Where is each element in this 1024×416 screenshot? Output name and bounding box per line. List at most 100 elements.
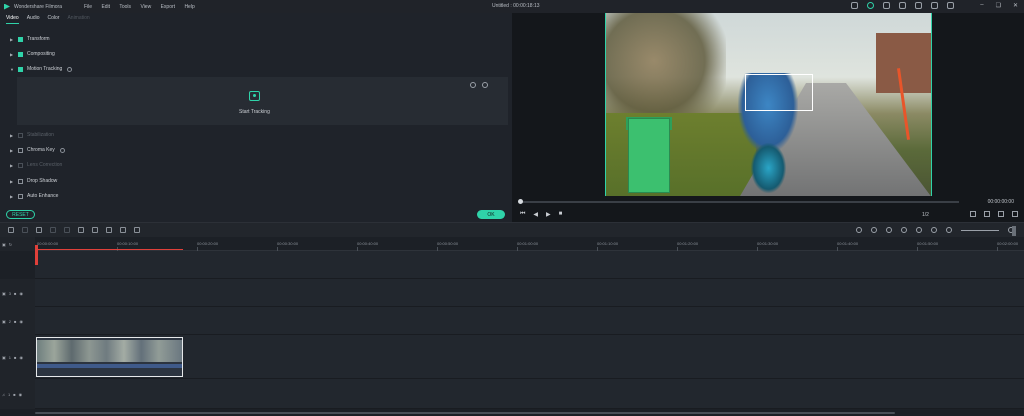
playhead[interactable] xyxy=(35,245,38,265)
eye-icon[interactable]: ◉ xyxy=(19,291,23,296)
track-header-video-2: ▣ 2 ■ ◉ xyxy=(0,307,35,335)
track-lane-empty[interactable] xyxy=(35,251,1024,279)
track-lane-video-3[interactable] xyxy=(35,279,1024,307)
link-icon[interactable]: ↻ xyxy=(9,242,12,247)
preview-panel: 00:00:00:00 ⏮ ◀ ▶ ■ 1/2 xyxy=(512,13,1024,222)
menu-help[interactable]: Help xyxy=(184,4,194,10)
marker-icon[interactable] xyxy=(871,227,877,233)
snapshot-icon[interactable] xyxy=(984,211,990,217)
menu-export[interactable]: Export xyxy=(161,4,175,10)
auto-enhance-checkbox[interactable] xyxy=(18,193,23,199)
play-icon[interactable]: ▶ xyxy=(546,211,551,218)
snapshot-icon[interactable] xyxy=(931,227,937,233)
previous-frame-icon[interactable]: ⏮ xyxy=(520,211,525,218)
lock-icon[interactable]: ■ xyxy=(14,291,16,296)
save-icon[interactable] xyxy=(915,2,922,9)
property-compositing[interactable]: ▶ Compositing xyxy=(10,50,55,58)
timeline-scrollbar[interactable] xyxy=(35,412,895,414)
chroma-key-checkbox[interactable] xyxy=(18,147,23,153)
tab-video[interactable]: Video xyxy=(6,15,19,24)
expand-arrow-icon[interactable]: ▶ xyxy=(10,194,16,199)
property-transform[interactable]: ▶ Transform xyxy=(10,35,50,43)
timeline-ruler[interactable]: 00:00:00:00 00:00:10:00 00:00:20:00 00:00:3… xyxy=(35,237,1024,251)
crop-icon[interactable] xyxy=(64,227,70,233)
fullscreen-icon[interactable] xyxy=(1012,211,1018,217)
cut-icon[interactable] xyxy=(50,227,56,233)
expand-arrow-icon[interactable]: ▶ xyxy=(10,37,16,42)
menu-file[interactable]: File xyxy=(84,4,92,10)
lock-icon[interactable]: ■ xyxy=(14,319,16,324)
undo-icon[interactable] xyxy=(8,227,14,233)
reset-tracking-icon[interactable] xyxy=(482,82,488,88)
track-lane-video-1[interactable] xyxy=(35,335,1024,379)
ruler-time-label: 00:00:40:00 xyxy=(357,241,379,246)
timeline-pause-icon[interactable] xyxy=(1012,226,1016,236)
record-voiceover-icon[interactable] xyxy=(886,227,892,233)
info-icon[interactable] xyxy=(59,147,65,153)
track-lane-audio-1[interactable] xyxy=(35,379,1024,409)
preview-scrubber[interactable] xyxy=(520,201,959,203)
lock-icon[interactable]: ■ xyxy=(14,355,16,360)
step-back-icon[interactable]: ◀ xyxy=(533,211,538,218)
close-icon[interactable]: ✕ xyxy=(1013,2,1018,9)
delete-icon[interactable] xyxy=(36,227,42,233)
drop-shadow-checkbox[interactable] xyxy=(18,178,23,184)
tab-color[interactable]: Color xyxy=(48,15,60,24)
account-icon[interactable] xyxy=(899,2,906,9)
menu-view[interactable]: View xyxy=(140,4,151,10)
tracking-rectangle[interactable] xyxy=(745,74,813,111)
download-icon[interactable] xyxy=(931,2,938,9)
green-screen-icon[interactable] xyxy=(106,227,112,233)
monitor-icon[interactable] xyxy=(970,211,976,217)
video-clip[interactable] xyxy=(36,337,183,377)
motion-tracking-checkbox[interactable] xyxy=(18,66,23,72)
sync-icon[interactable] xyxy=(867,2,874,9)
menu-tools[interactable]: Tools xyxy=(119,4,131,10)
start-tracking-button[interactable]: Start Tracking xyxy=(239,109,270,115)
lightbulb-icon[interactable] xyxy=(851,2,858,9)
pip-icon[interactable] xyxy=(916,227,922,233)
transform-checkbox[interactable] xyxy=(18,36,23,42)
collapse-arrow-icon[interactable]: ▼ xyxy=(10,67,16,72)
zoom-slider[interactable] xyxy=(961,229,999,231)
expand-arrow-icon[interactable]: ▶ xyxy=(10,148,16,153)
color-icon[interactable] xyxy=(92,227,98,233)
volume-icon[interactable] xyxy=(998,211,1004,217)
expand-arrow-icon[interactable]: ▶ xyxy=(10,179,16,184)
info-icon[interactable] xyxy=(67,66,73,72)
redo-icon[interactable] xyxy=(22,227,28,233)
reset-button[interactable]: RESET xyxy=(6,210,35,219)
scrubber-handle[interactable] xyxy=(518,199,523,204)
audio-mixer-icon[interactable] xyxy=(134,227,140,233)
preview-quality[interactable]: 1/2 xyxy=(922,212,929,218)
motion-tracking-icon[interactable] xyxy=(120,227,126,233)
menu-edit[interactable]: Edit xyxy=(101,4,110,10)
speed-icon[interactable] xyxy=(78,227,84,233)
target-icon[interactable] xyxy=(470,82,476,88)
gift-icon[interactable] xyxy=(883,2,890,9)
lock-icon[interactable]: ■ xyxy=(13,392,15,397)
property-drop-shadow[interactable]: ▶ Drop Shadow xyxy=(10,177,57,185)
audio-icon[interactable] xyxy=(901,227,907,233)
minimize-icon[interactable]: – xyxy=(980,2,983,9)
ok-button[interactable]: OK xyxy=(477,210,505,219)
zoom-out-icon[interactable] xyxy=(946,227,952,233)
restore-icon[interactable]: ❏ xyxy=(996,2,1001,9)
property-motion-tracking[interactable]: ▼ Motion Tracking xyxy=(10,65,73,73)
ruler-time-label: 00:01:50:00 xyxy=(917,241,939,246)
expand-arrow-icon[interactable]: ▶ xyxy=(10,52,16,57)
property-chroma-key[interactable]: ▶ Chroma Key xyxy=(10,146,65,154)
render-icon[interactable] xyxy=(856,227,862,233)
property-auto-enhance[interactable]: ▶ Auto Enhance xyxy=(10,192,58,200)
speaker-icon[interactable]: ◉ xyxy=(19,392,23,397)
notification-icon[interactable] xyxy=(947,2,954,9)
video-preview[interactable] xyxy=(605,13,932,196)
stop-icon[interactable]: ■ xyxy=(559,211,563,218)
track-lane-video-2[interactable] xyxy=(35,307,1024,335)
compositing-checkbox[interactable] xyxy=(18,51,23,57)
eye-icon[interactable]: ◉ xyxy=(19,355,23,360)
eye-icon[interactable]: ◉ xyxy=(19,319,23,324)
add-track-icon[interactable]: ▣ xyxy=(2,242,6,247)
start-tracking-icon[interactable] xyxy=(249,91,260,101)
tab-audio[interactable]: Audio xyxy=(27,15,40,24)
